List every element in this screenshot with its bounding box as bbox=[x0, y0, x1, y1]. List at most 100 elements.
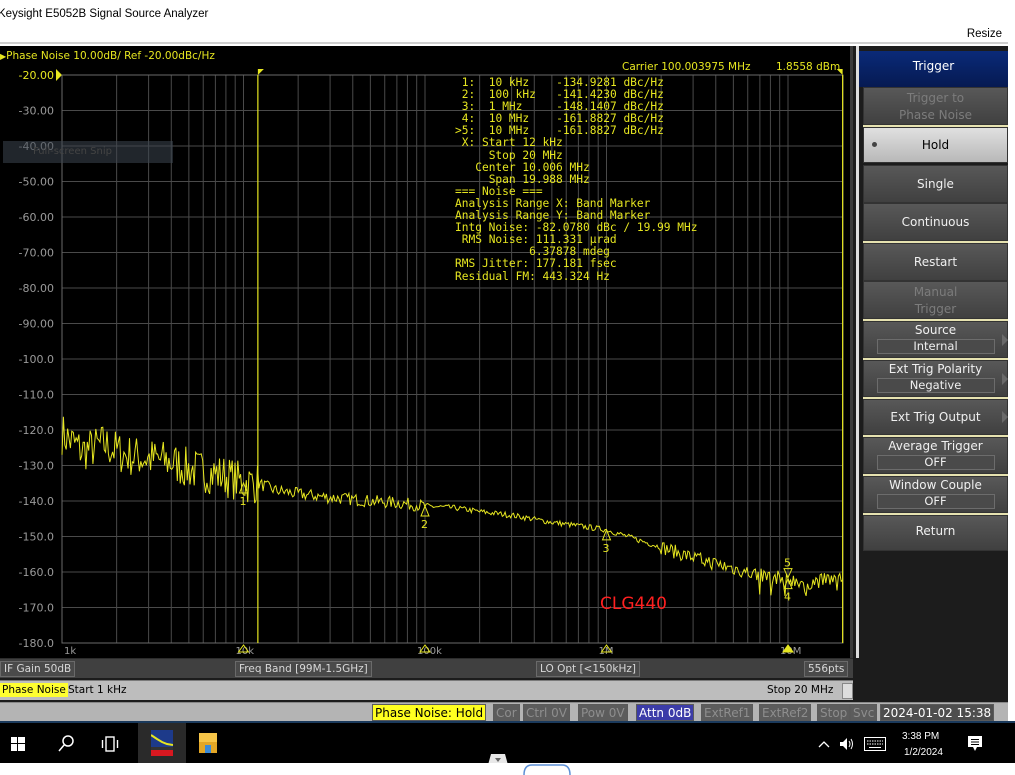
y-tick-label: -60.00 bbox=[19, 211, 54, 224]
restart-button[interactable]: Restart bbox=[863, 243, 1008, 281]
hold-button[interactable]: Hold bbox=[863, 127, 1008, 163]
task-view-button[interactable] bbox=[92, 723, 128, 765]
marker-label: 4 bbox=[784, 591, 791, 604]
softkey-menu-title: Trigger bbox=[859, 51, 1008, 87]
reference-level-arrow-icon bbox=[56, 69, 62, 81]
submenu-arrow-icon bbox=[1002, 411, 1008, 423]
ext-trig-polarity-value: Negative bbox=[876, 378, 995, 393]
continuous-button[interactable]: Continuous bbox=[863, 203, 1008, 241]
notification-icon bbox=[968, 736, 982, 751]
band-start-flag-icon bbox=[257, 69, 264, 75]
y-tick-label: -180.0 bbox=[19, 637, 54, 650]
stop-status: Stop bbox=[817, 704, 851, 721]
trace-scale-label: Phase Noise 10.00dB/ Ref -20.00dBc/Hz bbox=[6, 50, 215, 62]
file-explorer-taskbar-button[interactable] bbox=[190, 723, 226, 765]
clock-time[interactable]: 3:38 PM bbox=[902, 731, 939, 742]
freq-band-status: Freq Band [99M-1.5GHz] bbox=[235, 661, 372, 677]
points-status: 556pts bbox=[804, 661, 849, 677]
single-button[interactable]: Single bbox=[863, 165, 1008, 203]
y-tick-label: -120.0 bbox=[19, 424, 54, 437]
marker-label: 5 bbox=[784, 557, 791, 570]
carrier-power: 1.8558 dBm bbox=[776, 61, 841, 73]
action-center-button[interactable] bbox=[960, 723, 990, 765]
clock-date[interactable]: 1/2/2024 bbox=[904, 747, 943, 758]
snip-overlay: Full-screen Snip bbox=[3, 141, 173, 163]
trigger-to-phase-noise-button[interactable]: Trigger to Phase Noise bbox=[863, 87, 1008, 125]
selected-indicator-icon bbox=[872, 142, 877, 147]
window-couple-button[interactable]: Window Couple OFF bbox=[863, 476, 1008, 513]
y-tick-label: -70.00 bbox=[19, 247, 54, 260]
window-title: Keysight E5052B Signal Source Analyzer bbox=[0, 8, 209, 20]
marker-label: 2 bbox=[421, 518, 428, 531]
marker-label: 3 bbox=[603, 542, 610, 555]
average-trigger-button[interactable]: Average Trigger OFF bbox=[863, 437, 1008, 474]
attn-status: Attn 0dB bbox=[636, 704, 695, 721]
trace-name-label: Phase Noise bbox=[0, 683, 68, 697]
phase-noise-chart: -20.00-30.00-40.00-50.00-60.00-70.00-80.… bbox=[19, 69, 844, 657]
y-tick-label: -80.00 bbox=[19, 282, 54, 295]
instrument-screen: -20.00-30.00-40.00-50.00-60.00-70.00-80.… bbox=[0, 46, 1008, 721]
windows-taskbar: 3:38 PM 1/2/2024 bbox=[0, 721, 1015, 765]
ext-trig-output-button[interactable]: Ext Trig Output bbox=[863, 399, 1008, 435]
analyzer-app-taskbar-button[interactable] bbox=[138, 723, 186, 765]
y-tick-label: -20.00 bbox=[19, 69, 54, 82]
analyzer-app-icon bbox=[151, 730, 173, 756]
windows-logo-icon bbox=[11, 737, 25, 751]
resize-button[interactable]: Resize bbox=[967, 28, 1002, 40]
extref1-status: ExtRef1 bbox=[701, 704, 754, 721]
start-frequency[interactable]: Start 1 kHz bbox=[68, 684, 127, 696]
measurement-mode-status: Phase Noise: Hold bbox=[372, 704, 487, 721]
extref2-status: ExtRef2 bbox=[759, 704, 812, 721]
volume-button[interactable] bbox=[836, 723, 858, 765]
source-button[interactable]: Source Internal bbox=[863, 321, 1008, 358]
task-view-icon bbox=[101, 736, 119, 752]
measurement-status-bar: IF Gain 50dB Freq Band [99M-1.5GHz] LO O… bbox=[0, 658, 853, 678]
show-hidden-icons-button[interactable] bbox=[814, 723, 834, 765]
y-tick-label: -160.0 bbox=[19, 566, 54, 579]
lo-opt-status: LO Opt [<150kHz] bbox=[536, 661, 640, 677]
search-button[interactable] bbox=[48, 723, 84, 765]
pow-status: Pow 0V bbox=[578, 704, 628, 721]
keyboard-icon bbox=[864, 737, 886, 751]
return-button[interactable]: Return bbox=[863, 515, 1008, 551]
speaker-icon bbox=[840, 738, 853, 750]
bottom-margin bbox=[0, 763, 1015, 775]
ext-trig-polarity-button[interactable]: Ext Trig Polarity Negative bbox=[863, 360, 1008, 397]
manual-trigger-button[interactable]: Manual Trigger bbox=[863, 281, 1008, 319]
x-tick-label: 1k bbox=[64, 646, 76, 657]
carrier-frequency: Carrier 100.003975 MHz bbox=[622, 61, 751, 73]
stop-frequency[interactable]: Stop 20 MHz bbox=[767, 684, 833, 696]
menu-bar: Resize bbox=[0, 26, 1008, 44]
search-icon bbox=[58, 735, 74, 752]
chart-area: -20.00-30.00-40.00-50.00-60.00-70.00-80.… bbox=[0, 46, 853, 658]
trace-header: ▶Phase Noise 10.00dB/ Ref -20.00dBc/Hz bbox=[0, 50, 215, 62]
cor-status: Cor bbox=[493, 704, 520, 721]
if-gain-status: IF Gain 50dB bbox=[0, 661, 76, 677]
source-value: Internal bbox=[876, 339, 995, 354]
instrument-status-bar: Phase Noise: Hold Cor Ctrl 0V Pow 0V Att… bbox=[0, 702, 1008, 721]
touch-keyboard-button[interactable] bbox=[862, 723, 888, 765]
app-window: Keysight E5052B Signal Source Analyzer R… bbox=[0, 0, 1015, 775]
range-box bbox=[842, 683, 853, 699]
submenu-arrow-icon bbox=[1002, 333, 1008, 346]
svc-status: Svc bbox=[850, 704, 878, 721]
start-button[interactable] bbox=[0, 723, 36, 765]
rms-jitter: RMS Jitter: 177.181 fsec bbox=[455, 257, 617, 271]
title-bar: Keysight E5052B Signal Source Analyzer bbox=[0, 0, 1015, 26]
marker-label: 1 bbox=[240, 495, 247, 508]
y-tick-label: -140.0 bbox=[19, 495, 54, 508]
residual-fm: Residual FM: 443.324 Hz bbox=[455, 269, 610, 283]
window-couple-value: OFF bbox=[876, 494, 995, 509]
average-trigger-value: OFF bbox=[876, 455, 995, 470]
device-annotation: CLG440 bbox=[600, 594, 667, 614]
submenu-arrow-icon bbox=[1002, 372, 1008, 385]
chevron-up-icon bbox=[818, 741, 830, 748]
ctrl-status: Ctrl 0V bbox=[523, 704, 571, 721]
y-tick-label: -90.00 bbox=[19, 318, 54, 331]
datetime-status: 2024-01-02 15:38 bbox=[880, 704, 995, 721]
toolbar-tab-icon bbox=[523, 764, 571, 775]
y-tick-label: -50.00 bbox=[19, 176, 54, 189]
y-tick-label: -100.0 bbox=[19, 353, 54, 366]
y-tick-label: -30.00 bbox=[19, 105, 54, 118]
y-tick-label: -150.0 bbox=[19, 531, 54, 544]
